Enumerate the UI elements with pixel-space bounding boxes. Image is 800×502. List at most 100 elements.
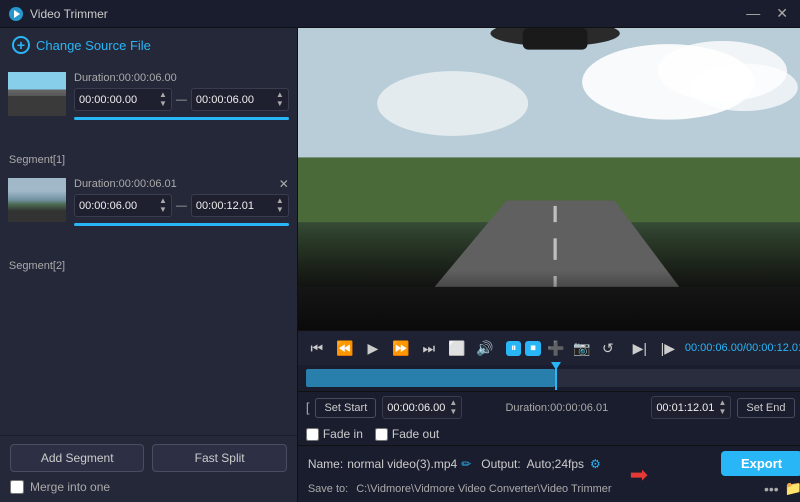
output-label: Output: bbox=[481, 457, 520, 471]
segment-2-dash: — bbox=[176, 200, 187, 212]
volume-button[interactable]: 🔊 bbox=[474, 337, 496, 359]
settings-icon[interactable]: ⚙ bbox=[590, 457, 601, 471]
video-placeholder bbox=[298, 28, 800, 330]
record-button[interactable]: ⏹ bbox=[525, 341, 541, 356]
add-button[interactable]: ➕ bbox=[545, 337, 567, 359]
skip-end-button[interactable]: ⏭ bbox=[418, 337, 440, 359]
main-layout: + Change Source File Segment[1] Duration… bbox=[0, 28, 800, 502]
segment-1-bar-fill bbox=[74, 117, 289, 120]
change-source-button[interactable]: + Change Source File bbox=[0, 28, 297, 62]
start-time-up[interactable]: ▲ bbox=[449, 399, 457, 407]
title-bar: Video Trimmer — ✕ bbox=[0, 0, 800, 28]
segment-1-start-down[interactable]: ▼ bbox=[159, 100, 167, 108]
minimize-button[interactable]: — bbox=[742, 5, 764, 22]
export-button[interactable]: Export bbox=[721, 451, 800, 476]
more-options-button[interactable]: ••• bbox=[764, 481, 779, 497]
close-button[interactable]: ✕ bbox=[772, 5, 792, 22]
app-title: Video Trimmer bbox=[30, 7, 108, 21]
segment-1-start-up[interactable]: ▲ bbox=[159, 91, 167, 99]
segment-1-end-spinners: ▲ ▼ bbox=[276, 91, 284, 108]
fast-forward-button[interactable]: ⏩ bbox=[390, 337, 412, 359]
window-controls: — ✕ bbox=[742, 5, 792, 22]
fade-out-checkbox[interactable] bbox=[375, 428, 388, 441]
screenshot-button[interactable]: 📷 bbox=[571, 337, 593, 359]
segment-2-time-inputs: ▲ ▼ — ▲ ▼ bbox=[74, 194, 289, 217]
segment-2-start-up[interactable]: ▲ bbox=[159, 197, 167, 205]
footer-name-group: Name: normal video(3).mp4 ✏ bbox=[308, 457, 471, 471]
segment-2-end-down[interactable]: ▼ bbox=[276, 206, 284, 214]
open-bracket: [ bbox=[306, 400, 310, 415]
segment-1-label: Segment[1] bbox=[9, 154, 65, 166]
segment-1-end-input[interactable] bbox=[196, 94, 276, 106]
edit-name-button[interactable]: ✏ bbox=[461, 457, 471, 471]
timeline-fill bbox=[306, 369, 555, 387]
end-time-up[interactable]: ▲ bbox=[718, 399, 726, 407]
segment-1-end-down[interactable]: ▼ bbox=[276, 100, 284, 108]
file-name: normal video(3).mp4 bbox=[347, 457, 457, 471]
set-points-row: [ Set Start 00:00:06.00 ▲ ▼ Duration:00:… bbox=[298, 391, 800, 423]
save-to-label: Save to: bbox=[308, 483, 348, 495]
segment-1-start-spinners: ▲ ▼ bbox=[159, 91, 167, 108]
timeline-track[interactable] bbox=[306, 369, 800, 387]
footer-output-group: Output: Auto;24fps ⚙ bbox=[481, 457, 601, 471]
segment-2-start-input[interactable] bbox=[79, 200, 159, 212]
segment-2-duration: Duration:00:00:06.01 bbox=[74, 178, 177, 190]
merge-row: Merge into one bbox=[10, 480, 287, 494]
add-icon: + bbox=[12, 36, 30, 54]
title-bar-left: Video Trimmer bbox=[8, 6, 108, 22]
segment-1-time-inputs: ▲ ▼ — ▲ ▼ bbox=[74, 88, 289, 111]
duration-display: Duration:00:00:06.01 bbox=[468, 402, 645, 414]
segment-2-label: Segment[2] bbox=[9, 260, 65, 272]
change-source-label: Change Source File bbox=[36, 38, 151, 53]
segment-1-end-up[interactable]: ▲ bbox=[276, 91, 284, 99]
app-icon bbox=[8, 6, 24, 22]
add-segment-button[interactable]: Add Segment bbox=[10, 444, 144, 472]
segment-2-end-up[interactable]: ▲ bbox=[276, 197, 284, 205]
play-button[interactable]: ▶ bbox=[362, 337, 384, 359]
merge-checkbox[interactable] bbox=[10, 480, 24, 494]
action-buttons: Add Segment Fast Split bbox=[10, 444, 287, 472]
timeline-area[interactable] bbox=[298, 365, 800, 391]
rotate-button[interactable]: ↺ bbox=[597, 337, 619, 359]
end-time-value: 00:01:12.01 bbox=[656, 402, 714, 414]
right-panel: ⏮ ⏪ ▶ ⏩ ⏭ ⬜ 🔊 ⏸ ⏹ ➕ 📷 ↺ ▶| |▶ 00:00:06.0… bbox=[298, 28, 800, 502]
start-time-spinners: ▲ ▼ bbox=[449, 399, 457, 416]
segment-2-end-wrapper: ▲ ▼ bbox=[191, 194, 289, 217]
set-end-button[interactable]: Set End bbox=[737, 398, 794, 418]
skip-start-button[interactable]: ⏮ bbox=[306, 337, 328, 359]
fade-out-label: Fade out bbox=[392, 427, 439, 441]
open-folder-button[interactable]: 📁 bbox=[785, 480, 800, 497]
segment-2-item: Segment[2] Duration:00:00:06.01 ✕ ▲ ▼ bbox=[0, 172, 297, 278]
segment-2-end-spinners: ▲ ▼ bbox=[276, 197, 284, 214]
save-path: C:\Vidmore\Vidmore Video Converter\Video… bbox=[356, 483, 756, 495]
end-time-spinners: ▲ ▼ bbox=[718, 399, 726, 416]
segment-1-duration: Duration:00:00:06.00 bbox=[74, 72, 177, 84]
start-time-spinner[interactable]: 00:00:06.00 ▲ ▼ bbox=[382, 396, 462, 419]
fade-in-checkbox[interactable] bbox=[306, 428, 319, 441]
start-time-down[interactable]: ▼ bbox=[449, 408, 457, 416]
fade-out-wrapper: Fade out bbox=[375, 427, 439, 441]
end-time-down[interactable]: ▼ bbox=[718, 408, 726, 416]
segment-1-item: Segment[1] Duration:00:00:06.00 ▲ ▼ bbox=[0, 66, 297, 172]
segment-a-button[interactable]: ▶| bbox=[629, 337, 651, 359]
segment-1-thumbnail bbox=[8, 72, 66, 116]
segment-2-start-down[interactable]: ▼ bbox=[159, 206, 167, 214]
segment-2-end-input[interactable] bbox=[196, 200, 276, 212]
segments-area: Segment[1] Duration:00:00:06.00 ▲ ▼ bbox=[0, 62, 297, 435]
segment-1-start-input[interactable] bbox=[79, 94, 159, 106]
crop-button[interactable]: ⬜ bbox=[446, 337, 468, 359]
segment-2-bar bbox=[74, 223, 289, 226]
segment-2-close-button[interactable]: ✕ bbox=[279, 178, 289, 190]
segment-2-controls: Duration:00:00:06.01 ✕ ▲ ▼ — bbox=[74, 178, 289, 226]
rewind-button[interactable]: ⏪ bbox=[334, 337, 356, 359]
segment-2-thumbnail bbox=[8, 178, 66, 222]
footer: Name: normal video(3).mp4 ✏ Output: Auto… bbox=[298, 445, 800, 502]
name-label: Name: bbox=[308, 457, 343, 471]
end-time-spinner[interactable]: 00:01:12.01 ▲ ▼ bbox=[651, 396, 731, 419]
segment-2-bar-fill bbox=[74, 223, 289, 226]
segment-b-button[interactable]: |▶ bbox=[657, 337, 679, 359]
set-start-button[interactable]: Set Start bbox=[315, 398, 376, 418]
loop-button[interactable]: ⏸ bbox=[506, 341, 522, 356]
fast-split-button[interactable]: Fast Split bbox=[152, 444, 286, 472]
segment-1-bar bbox=[74, 117, 289, 120]
